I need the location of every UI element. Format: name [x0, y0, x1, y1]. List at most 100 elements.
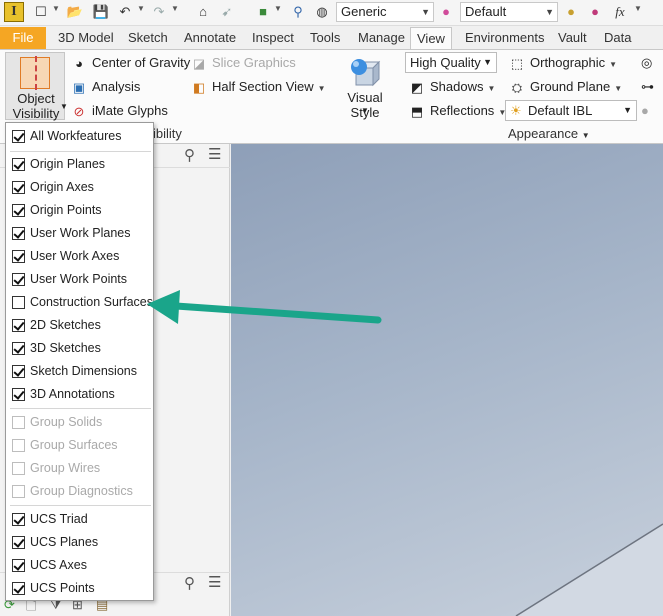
ground-plane-button[interactable]: ⛭ Ground Plane ▼ — [508, 76, 622, 98]
adjust-icon[interactable]: ◍ — [313, 3, 331, 21]
tab-view[interactable]: View — [410, 27, 452, 49]
checkbox[interactable] — [12, 582, 25, 595]
menu-item-all-workfeatures[interactable]: All Workfeatures — [6, 125, 153, 148]
tab-vault[interactable]: Vault — [552, 27, 593, 49]
menu-item-label: 2D Sketches — [30, 318, 101, 332]
material-select[interactable]: Generic ▼ — [336, 2, 434, 22]
tab-data-standard[interactable]: Data Stand — [598, 27, 663, 67]
fx-icon[interactable]: fx — [611, 3, 629, 21]
menu-item-user-work-planes[interactable]: User Work Planes — [6, 222, 153, 245]
analysis-button[interactable]: ▣ Analysis — [70, 76, 141, 98]
menu-item-ucs-triad[interactable]: UCS Triad — [6, 508, 153, 531]
texture-toggle-icon[interactable]: ◎ — [641, 52, 652, 74]
app-logo-icon[interactable]: I — [4, 2, 24, 22]
menu-item-3d-sketches[interactable]: 3D Sketches — [6, 337, 153, 360]
tab-3d-model[interactable]: 3D Model — [52, 27, 120, 49]
undo-icon[interactable]: ↶ — [116, 3, 134, 21]
checkbox[interactable] — [12, 204, 25, 217]
save-icon[interactable]: 💾 — [92, 3, 110, 21]
material-icon[interactable]: ● — [437, 3, 455, 21]
new-file-icon[interactable]: ☐ — [32, 3, 50, 21]
menu-item-construction-surfaces[interactable]: Construction Surfaces — [6, 291, 153, 314]
color-fill-icon[interactable]: ■ — [254, 3, 272, 21]
menu-item-origin-points[interactable]: Origin Points — [6, 199, 153, 222]
checkbox[interactable] — [12, 388, 25, 401]
menu-item-ucs-planes[interactable]: UCS Planes — [6, 531, 153, 554]
chevron-down-icon[interactable]: ▼ — [634, 4, 642, 13]
search-icon[interactable]: ⚲ — [184, 146, 195, 164]
center-of-gravity-button[interactable]: ◕ Center of Gravity — [70, 52, 190, 74]
checkbox[interactable] — [12, 559, 25, 572]
checkbox[interactable] — [12, 181, 25, 194]
chevron-down-icon[interactable]: ▼ — [52, 4, 60, 13]
tab-manage[interactable]: Manage — [352, 27, 411, 49]
checkbox[interactable] — [12, 158, 25, 171]
visibility-panel-label: ibility — [153, 126, 182, 141]
chevron-down-icon[interactable]: ▼ — [137, 4, 145, 13]
menu-item-2d-sketches[interactable]: 2D Sketches — [6, 314, 153, 337]
menu-icon[interactable]: ☰ — [208, 573, 221, 591]
ray-tracing-icon[interactable]: ● — [641, 100, 649, 122]
center-of-gravity-icon: ◕ — [75, 55, 83, 71]
home-icon[interactable]: ⌂ — [194, 3, 212, 21]
half-section-view-icon: ◧ — [192, 79, 206, 95]
quality-select[interactable]: High Quality ▼ — [405, 52, 497, 73]
menu-item-label: User Work Points — [30, 272, 128, 286]
tab-sketch[interactable]: Sketch — [122, 27, 174, 49]
search-icon[interactable]: ⚲ — [184, 574, 195, 592]
tab-tools[interactable]: Tools — [304, 27, 346, 49]
checkbox[interactable] — [12, 250, 25, 263]
parameters-icon[interactable]: ⚲ — [289, 3, 307, 21]
checkbox[interactable] — [12, 365, 25, 378]
appearance-color-icon[interactable]: ● — [562, 3, 580, 21]
redo-icon[interactable]: ↷ — [150, 3, 168, 21]
open-icon[interactable]: 📂 — [66, 3, 84, 21]
menu-icon[interactable]: ☰ — [208, 145, 221, 163]
menu-item-ucs-axes[interactable]: UCS Axes — [6, 554, 153, 577]
transparency-toggle-icon[interactable]: ⊶ — [641, 76, 654, 98]
ibl-select[interactable]: ☀ Default IBL ▼ — [505, 100, 637, 121]
menu-item-ucs-points[interactable]: UCS Points — [6, 577, 153, 600]
select-icon[interactable]: ➹ — [218, 3, 236, 21]
chevron-down-icon[interactable]: ▼ — [274, 4, 282, 13]
menu-item-sketch-dimensions[interactable]: Sketch Dimensions — [6, 360, 153, 383]
chevron-down-icon: ▼ — [421, 7, 430, 17]
checkbox[interactable] — [12, 319, 25, 332]
menu-item-label: Origin Planes — [30, 157, 106, 171]
shadows-button[interactable]: ◩ Shadows ▼ — [408, 76, 496, 98]
object-visibility-button[interactable]: Object Visibility — [5, 52, 65, 121]
menu-item-label: 3D Annotations — [30, 387, 115, 401]
half-section-view-button[interactable]: ◧ Half Section View ▼ — [190, 76, 326, 98]
appearance-panel-label[interactable]: Appearance ▼ — [508, 126, 590, 141]
slice-graphics-button[interactable]: ◪ Slice Graphics — [190, 52, 296, 74]
orthographic-icon: ⬚ — [510, 55, 524, 71]
checkbox[interactable] — [12, 296, 25, 309]
tab-environments[interactable]: Environments — [459, 27, 550, 49]
tab-inspect[interactable]: Inspect — [246, 27, 300, 49]
orthographic-button[interactable]: ⬚ Orthographic ▼ — [508, 52, 617, 74]
checkbox[interactable] — [12, 273, 25, 286]
checkbox[interactable] — [12, 130, 25, 143]
reflections-button[interactable]: ⬒ Reflections ▼ — [408, 100, 506, 122]
checkbox[interactable] — [12, 342, 25, 355]
menu-item-3d-annotations[interactable]: 3D Annotations — [6, 383, 153, 406]
imate-glyphs-button[interactable]: ⊘ iMate Glyphs — [70, 100, 168, 122]
checkbox[interactable] — [12, 227, 25, 240]
checkbox[interactable] — [12, 513, 25, 526]
appearance-select[interactable]: Default ▼ — [460, 2, 558, 22]
chevron-down-icon[interactable]: ▼ — [171, 4, 179, 13]
menu-item-origin-axes[interactable]: Origin Axes — [6, 176, 153, 199]
visual-style-button[interactable]: Visual Style ▼ — [333, 52, 397, 122]
tab-file[interactable]: File — [0, 27, 46, 49]
menu-item-user-work-axes[interactable]: User Work Axes — [6, 245, 153, 268]
center-of-gravity-label: Center of Gravity — [92, 55, 191, 70]
tab-annotate[interactable]: Annotate — [178, 27, 242, 49]
menu-item-origin-planes[interactable]: Origin Planes — [6, 153, 153, 176]
menu-item-label: All Workfeatures — [30, 129, 122, 143]
orthographic-label: Orthographic — [530, 55, 606, 70]
menu-item-label: Origin Axes — [30, 180, 94, 194]
clear-appearance-icon[interactable]: ● — [586, 3, 604, 21]
graphics-viewport[interactable] — [231, 144, 663, 616]
checkbox[interactable] — [12, 536, 25, 549]
menu-item-user-work-points[interactable]: User Work Points — [6, 268, 153, 291]
